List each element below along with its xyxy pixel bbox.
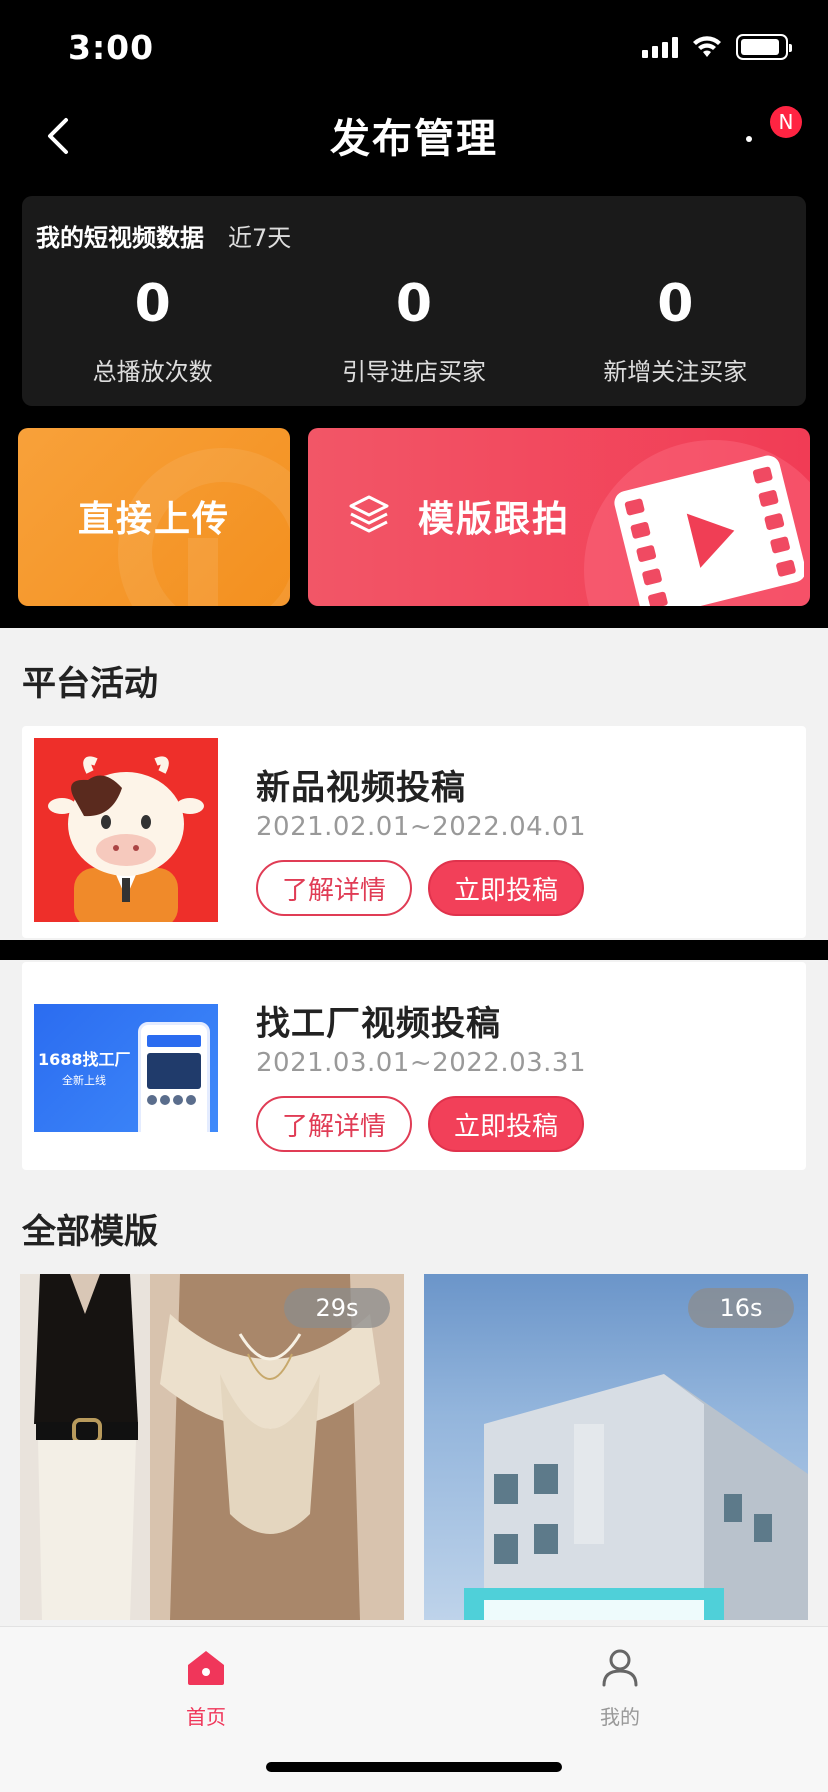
content-section: 平台活动 新品视频投稿 2021.02.01~2022.04.01 了解详情 立… — [0, 628, 828, 1792]
stat-new-followers: 0 新增关注买家 — [545, 276, 806, 387]
home-icon — [188, 1651, 224, 1685]
video-film-icon — [614, 455, 804, 606]
data-card-header: 我的短视频数据 近7天 — [36, 218, 291, 253]
stat-value: 0 — [395, 274, 433, 334]
wifi-icon — [693, 36, 721, 57]
video-data-card: 我的短视频数据 近7天 0 总播放次数 0 引导进店买家 0 新增关注买家 — [22, 196, 806, 406]
stat-total-plays: 0 总播放次数 — [22, 276, 283, 387]
layers-icon — [349, 495, 389, 533]
template-tile-fashion[interactable]: 29s — [20, 1274, 404, 1620]
thumbnail-subtext: 全新上线 — [62, 1074, 106, 1087]
more-button[interactable]: N — [738, 106, 802, 158]
nav-bar: 发布管理 N — [0, 96, 828, 190]
templates-section-title: 全部模版 — [22, 1212, 158, 1252]
activity-title: 新品视频投稿 — [256, 768, 466, 808]
stat-label: 引导进店买家 — [341, 358, 486, 386]
data-card-period: 近7天 — [228, 224, 292, 252]
direct-upload-button[interactable]: 直接上传 — [18, 428, 290, 606]
activity-card: 新品视频投稿 2021.02.01~2022.04.01 了解详情 立即投稿 — [22, 726, 806, 938]
learn-details-button[interactable]: 了解详情 — [256, 1096, 412, 1152]
direct-upload-label: 直接上传 — [77, 499, 230, 540]
activity-thumbnail-cow — [34, 738, 218, 922]
divider — [0, 940, 828, 960]
tab-label: 我的 — [600, 1705, 640, 1729]
thumbnail-text: 1688找工厂 — [38, 1050, 131, 1069]
activity-title: 找工厂视频投稿 — [256, 1004, 501, 1044]
status-bar: 3:00 — [0, 0, 828, 96]
notification-badge: N — [770, 106, 802, 138]
tab-label: 首页 — [186, 1705, 226, 1729]
data-card-title: 我的短视频数据 — [36, 224, 204, 252]
activities-section-title: 平台活动 — [22, 664, 158, 704]
activity-dates: 2021.02.01~2022.04.01 — [256, 812, 587, 842]
more-icon — [746, 136, 752, 142]
stat-label: 总播放次数 — [92, 358, 213, 386]
cow-mascot-icon — [48, 756, 204, 922]
template-tile-factory[interactable]: 16s — [424, 1274, 808, 1620]
activity-dates: 2021.03.01~2022.03.31 — [256, 1048, 587, 1078]
template-follow-label: 模版跟拍 — [418, 499, 571, 540]
stats-row: 0 总播放次数 0 引导进店买家 0 新增关注买家 — [22, 276, 806, 387]
tab-home[interactable]: 首页 — [146, 1645, 266, 1730]
stat-value: 0 — [657, 274, 694, 334]
status-icons — [642, 34, 792, 60]
home-indicator — [266, 1762, 562, 1772]
signal-icon — [642, 36, 678, 58]
phone-mockup-icon — [138, 1022, 210, 1132]
tab-mine[interactable]: 我的 — [560, 1645, 680, 1730]
template-follow-button[interactable]: 模版跟拍 — [308, 428, 810, 606]
battery-icon — [736, 34, 792, 60]
submit-now-button[interactable]: 立即投稿 — [428, 860, 584, 916]
status-time: 3:00 — [68, 28, 155, 67]
activity-card: 1688找工厂 全新上线 找工厂视频投稿 2021.03.01~2022.03.… — [22, 962, 806, 1170]
person-icon — [602, 1649, 638, 1687]
page-title: 发布管理 — [330, 116, 498, 162]
duration-badge: 16s — [688, 1288, 794, 1328]
stat-shop-buyers: 0 引导进店买家 — [283, 276, 544, 387]
stat-value: 0 — [134, 274, 171, 334]
submit-now-button[interactable]: 立即投稿 — [428, 1096, 584, 1152]
activity-thumbnail-factory: 1688找工厂 全新上线 — [34, 1004, 218, 1132]
upload-arrow-decoration — [188, 538, 218, 606]
learn-details-button[interactable]: 了解详情 — [256, 860, 412, 916]
stat-label: 新增关注买家 — [603, 358, 748, 386]
duration-badge: 29s — [284, 1288, 390, 1328]
